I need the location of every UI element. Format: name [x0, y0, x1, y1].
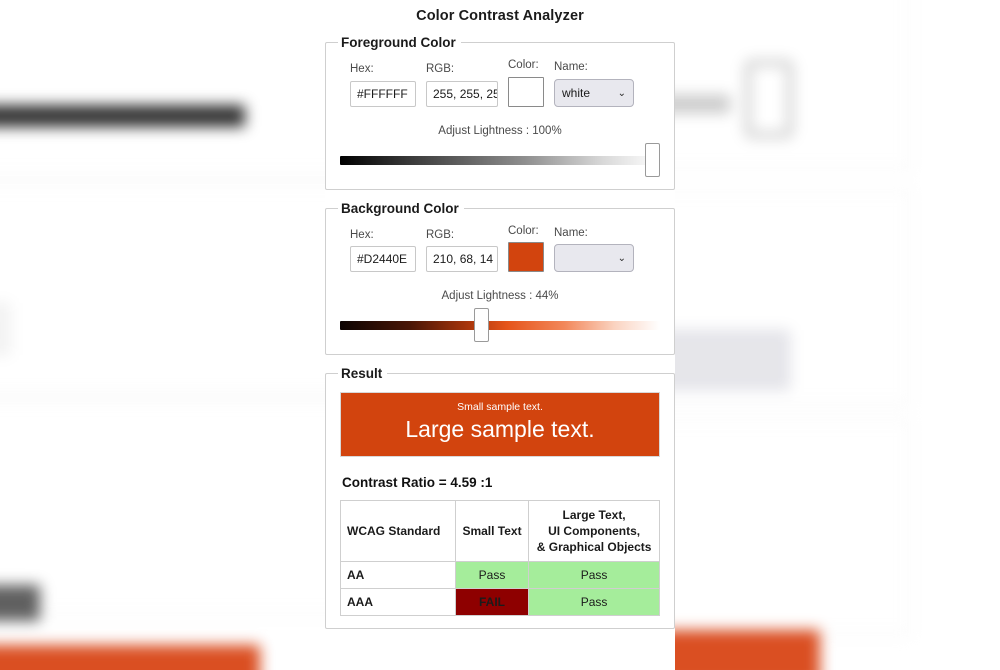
table-header-row: WCAG Standard Small Text Large Text, UI …: [340, 499, 660, 563]
chevron-down-icon: ⌄: [617, 87, 626, 99]
background-lightness-slider[interactable]: [340, 308, 660, 342]
result-panel: Result Small sample text. Large sample t…: [325, 366, 675, 630]
background-name-select[interactable]: ⌄: [554, 244, 634, 272]
background-rgb-field-group: RGB: 210, 68, 14: [426, 228, 498, 272]
foreground-hex-input[interactable]: #FFFFFF: [350, 80, 416, 107]
foreground-slider-track[interactable]: [340, 155, 660, 165]
foreground-name-select[interactable]: white ⌄: [554, 78, 634, 107]
background-color-swatch[interactable]: [508, 242, 544, 272]
background-hex-label: Hex:: [350, 228, 374, 241]
contrast-ratio-text: Contrast Ratio = 4.59 :1: [342, 474, 493, 490]
background-rgb-label: RGB:: [426, 228, 455, 241]
column-header-large-line-1: Large Text,: [562, 507, 626, 522]
background-name-group: Name: ⌄: [554, 226, 634, 272]
foreground-name-group: Name: white ⌄: [554, 61, 634, 107]
row-aa-small-text-verdict: Pass: [454, 561, 530, 590]
foreground-color-swatch-group: Color:: [508, 59, 544, 107]
foreground-color-panel: Foreground Color Hex: #FFFFFF RGB: 255, …: [325, 35, 675, 190]
column-header-large-text: Large Text, UI Components, & Graphical O…: [528, 499, 660, 563]
foreground-fields-row: Hex: #FFFFFF RGB: 255, 255, 255 Color: N…: [336, 56, 664, 107]
background-hex-field-group: Hex: #D2440E: [350, 228, 416, 272]
table-row: AAA FAIL Pass: [340, 588, 660, 617]
foreground-slider-thumb[interactable]: [645, 142, 660, 177]
foreground-lightness-slider[interactable]: [340, 142, 660, 177]
row-aaa-standard: AAA: [340, 588, 456, 617]
row-aaa-large-text-verdict: Pass: [528, 588, 660, 617]
sample-preview-box: Small sample text. Large sample text.: [340, 392, 660, 457]
wcag-results-table: WCAG Standard Small Text Large Text, UI …: [340, 499, 660, 617]
column-header-small-text: Small Text: [454, 499, 530, 563]
chevron-down-icon: ⌄: [617, 253, 626, 264]
row-aaa-small-text-verdict: FAIL: [454, 588, 530, 617]
foreground-lightness-label: Adjust Lightness : 100%: [438, 124, 562, 137]
blurred-background-right: [570, 0, 1000, 670]
table-row: AA Pass Pass: [340, 561, 660, 590]
background-slider-thumb[interactable]: [473, 308, 489, 342]
background-fields-row: Hex: #D2440E RGB: 210, 68, 14 Color: Nam…: [336, 222, 664, 272]
background-color-legend: Background Color: [341, 200, 459, 216]
foreground-hex-field-group: Hex: #FFFFFF: [350, 63, 416, 107]
background-slider-track[interactable]: [340, 321, 660, 330]
background-name-label: Name:: [554, 226, 588, 239]
foreground-hex-label: Hex:: [350, 63, 374, 75]
background-lightness-label: Adjust Lightness : 44%: [441, 290, 559, 302]
result-legend: Result: [341, 366, 383, 381]
blurred-background-left: [0, 0, 365, 670]
small-sample-text: Small sample text.: [457, 401, 543, 413]
row-aa-large-text-verdict: Pass: [528, 561, 660, 590]
large-sample-text: Large sample text.: [405, 415, 595, 442]
column-header-wcag-standard: WCAG Standard: [340, 499, 456, 563]
foreground-rgb-input[interactable]: 255, 255, 255: [426, 80, 498, 107]
foreground-color-label: Color:: [508, 59, 539, 71]
background-color-panel: Background Color Hex: #D2440E RGB: 210, …: [325, 200, 675, 355]
column-header-large-line-3: & Graphical Objects: [536, 539, 652, 554]
foreground-name-value: white: [562, 85, 591, 100]
foreground-rgb-field-group: RGB: 255, 255, 255: [426, 63, 498, 107]
background-hex-input[interactable]: #D2440E: [350, 246, 416, 272]
foreground-color-legend: Foreground Color: [341, 35, 456, 50]
page-title: Color Contrast Analyzer: [416, 8, 584, 24]
color-contrast-analyzer-app: Color Contrast Analyzer Foreground Color…: [325, 0, 675, 670]
screenshot-stage: Color Contrast Analyzer Foreground Color…: [0, 0, 1000, 670]
column-header-large-line-2: UI Components,: [548, 523, 641, 538]
background-rgb-input[interactable]: 210, 68, 14: [426, 246, 498, 272]
foreground-rgb-label: RGB:: [426, 63, 455, 75]
foreground-name-label: Name:: [554, 61, 588, 73]
row-aa-standard: AA: [340, 561, 456, 590]
foreground-color-swatch[interactable]: [508, 76, 544, 107]
background-color-label: Color:: [508, 224, 539, 237]
background-color-swatch-group: Color:: [508, 224, 544, 272]
